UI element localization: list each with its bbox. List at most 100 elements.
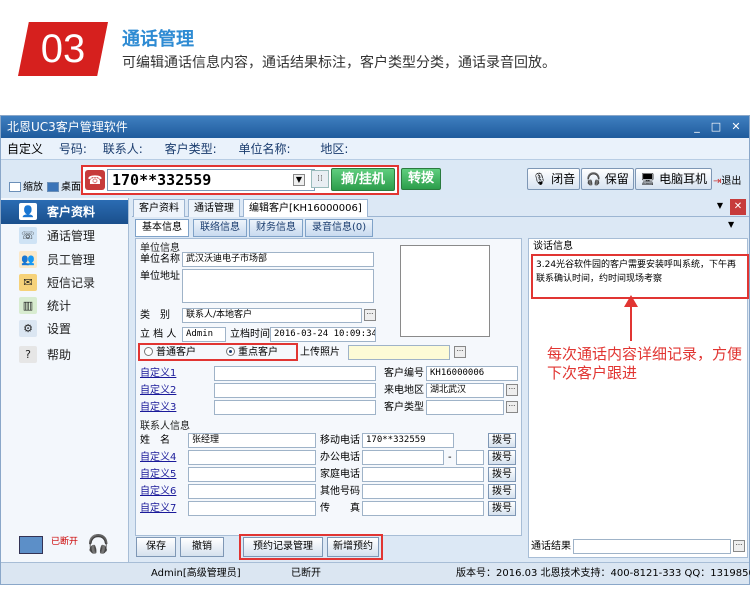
custom2-input[interactable] <box>214 383 376 398</box>
customer-icon: 👤 <box>19 203 37 220</box>
sidebar-item-calls[interactable]: ☏ 通话管理 <box>1 224 128 248</box>
category-input[interactable]: 联系人/本地客户 <box>182 308 362 323</box>
chevron-down-icon[interactable]: ▼ <box>728 220 734 229</box>
conversation-textarea[interactable]: 3.24光谷软件园的客户需要安装呼叫系统，下午再联系确认时间，约时间现场考察 <box>531 254 749 299</box>
filter-region[interactable]: 地区: <box>320 142 348 156</box>
ellipsis-icon[interactable]: ··· <box>364 309 376 321</box>
custom7-link[interactable]: 自定义7 <box>140 501 176 516</box>
filter-unit-name[interactable]: 单位名称: <box>238 142 290 156</box>
unit-address-input[interactable] <box>182 269 374 303</box>
region-input[interactable]: 湖北武汉 <box>426 383 504 398</box>
custom4-link[interactable]: 自定义4 <box>140 450 176 465</box>
filter-contact[interactable]: 联系人: <box>103 142 143 156</box>
custom6-link[interactable]: 自定义6 <box>140 484 176 499</box>
radio-normal[interactable]: 普通客户 <box>144 345 196 360</box>
dial-other-button[interactable]: 拨号 <box>488 484 516 499</box>
ellipsis-icon[interactable]: ··· <box>454 346 466 358</box>
sidebar-item-staff[interactable]: 👥 员工管理 <box>1 248 128 272</box>
sidebar-item-sms[interactable]: ✉ 短信记录 <box>1 271 128 295</box>
ellipsis-icon[interactable]: ··· <box>733 540 745 552</box>
home-phone-label: 家庭电话 <box>320 469 360 480</box>
creator-input[interactable]: Admin <box>182 327 226 342</box>
hook-button[interactable]: 摘/挂机 <box>331 168 395 191</box>
custom1-link[interactable]: 自定义1 <box>140 366 176 381</box>
custom3-link[interactable]: 自定义3 <box>140 400 176 415</box>
phone-number-input[interactable]: 170**332559 <box>107 169 315 191</box>
custom6-input[interactable] <box>188 484 316 499</box>
custom7-input[interactable] <box>188 501 316 516</box>
hold-button[interactable]: 🎧 保留 <box>581 168 634 190</box>
maximize-icon[interactable]: □ <box>708 119 724 134</box>
sidebar-item-stats[interactable]: ▥ 统计 <box>1 294 128 318</box>
new-appointment-button[interactable]: 新增预约 <box>327 537 379 557</box>
dial-fax-button[interactable]: 拨号 <box>488 501 516 516</box>
keypad-icon[interactable]: ⁞⁞ <box>311 170 329 188</box>
radio-selected-icon <box>226 347 235 356</box>
dial-home-button[interactable]: 拨号 <box>488 467 516 482</box>
section-title: 通话管理 <box>122 29 194 50</box>
custom5-link[interactable]: 自定义5 <box>140 467 176 482</box>
filter-customer-type[interactable]: 客户类型: <box>165 142 217 156</box>
customer-no-input[interactable]: KH16000006 <box>426 366 518 381</box>
ellipsis-icon[interactable]: ··· <box>506 401 518 413</box>
appointment-management-button[interactable]: 预约记录管理 <box>243 537 323 557</box>
radio-vip[interactable]: 重点客户 <box>226 345 278 360</box>
minimize-icon[interactable]: _ <box>689 119 705 134</box>
office-phone-input[interactable] <box>362 450 444 465</box>
custom-filter-label[interactable]: 自定义 <box>7 142 43 156</box>
transfer-button[interactable]: 转拨 <box>401 168 441 190</box>
desktop-toggle[interactable]: 桌面 <box>47 178 81 193</box>
custom2-link[interactable]: 自定义2 <box>140 383 176 398</box>
tab-edit-customer[interactable]: 编辑客户[KH16000006] <box>243 199 368 217</box>
name-input[interactable]: 张经理 <box>188 433 316 448</box>
mute-button[interactable]: 🎙 闭音 <box>527 168 581 190</box>
other-number-input[interactable] <box>362 484 484 499</box>
shrink-toggle[interactable]: 缩放 <box>9 178 43 193</box>
chevron-down-icon[interactable]: ▼ <box>714 201 726 213</box>
sub-tabs: 基本信息 联络信息 财务信息 录音信息(0) <box>132 219 522 237</box>
customer-type-label: 客户类型 <box>384 402 424 413</box>
basic-info-panel: 单位信息 单位名称 武汉沃迪电子市场部 单位地址 类 别 联系人/本地客户 ··… <box>135 238 522 536</box>
cancel-button[interactable]: 撤销 <box>180 537 224 557</box>
call-icon: ☏ <box>19 227 37 244</box>
tab-calls[interactable]: 通话管理 <box>188 199 240 217</box>
sidebar: 👤 客户资料 ☏ 通话管理 👥 员工管理 ✉ 短信记录 ▥ 统计 ⚙ 设置 ? 帮助 已断开 … <box>1 198 129 578</box>
save-button[interactable]: 保存 <box>136 537 176 557</box>
created-input[interactable]: 2016-03-24 10:09:34 <box>270 327 376 342</box>
unit-name-input[interactable]: 武汉沃迪电子市场部 <box>182 252 374 267</box>
headset-button[interactable]: 🖥 电脑耳机 <box>635 168 713 190</box>
mobile-input[interactable]: 170**332559 <box>362 433 454 448</box>
chevron-down-icon[interactable]: ▼ <box>293 174 305 186</box>
tab-customer[interactable]: 客户资料 <box>133 199 185 217</box>
customer-type-input[interactable] <box>426 400 504 415</box>
status-version: 版本号：2016.03 北恩技术支持：400-8121-333 QQ：13198… <box>456 568 750 579</box>
category-label: 类 别 <box>140 310 170 321</box>
ellipsis-icon[interactable]: ··· <box>506 384 518 396</box>
custom4-input[interactable] <box>188 450 316 465</box>
photo-path-input[interactable] <box>348 345 450 360</box>
custom5-input[interactable] <box>188 467 316 482</box>
office-ext-input[interactable] <box>456 450 484 465</box>
home-phone-input[interactable] <box>362 467 484 482</box>
exit-button[interactable]: ⇥退出 <box>713 172 741 187</box>
fax-input[interactable] <box>362 501 484 516</box>
sidebar-item-help[interactable]: ? 帮助 <box>1 343 128 367</box>
call-result-input[interactable] <box>573 539 731 554</box>
tab-contact-info[interactable]: 联络信息 <box>193 219 247 237</box>
checkbox-icon <box>47 182 59 192</box>
filter-number[interactable]: 号码: <box>59 142 87 156</box>
tab-recordings[interactable]: 录音信息(0) <box>305 219 374 237</box>
dial-office-button[interactable]: 拨号 <box>488 450 516 465</box>
sidebar-item-settings[interactable]: ⚙ 设置 <box>1 317 128 341</box>
close-icon[interactable]: ✕ <box>728 119 744 134</box>
tab-basic-info[interactable]: 基本信息 <box>135 219 189 237</box>
close-tab-icon[interactable]: ✕ <box>730 199 746 215</box>
tab-finance-info[interactable]: 财务信息 <box>249 219 303 237</box>
stats-icon: ▥ <box>19 297 37 314</box>
dial-box: ☎ 170**332559 ▼ ⁞⁞ 摘/挂机 <box>81 165 399 195</box>
custom3-input[interactable] <box>214 400 376 415</box>
mobile-label: 移动电话 <box>320 435 360 446</box>
custom1-input[interactable] <box>214 366 376 381</box>
dial-mobile-button[interactable]: 拨号 <box>488 433 516 448</box>
sidebar-item-customer[interactable]: 👤 客户资料 <box>1 200 128 224</box>
